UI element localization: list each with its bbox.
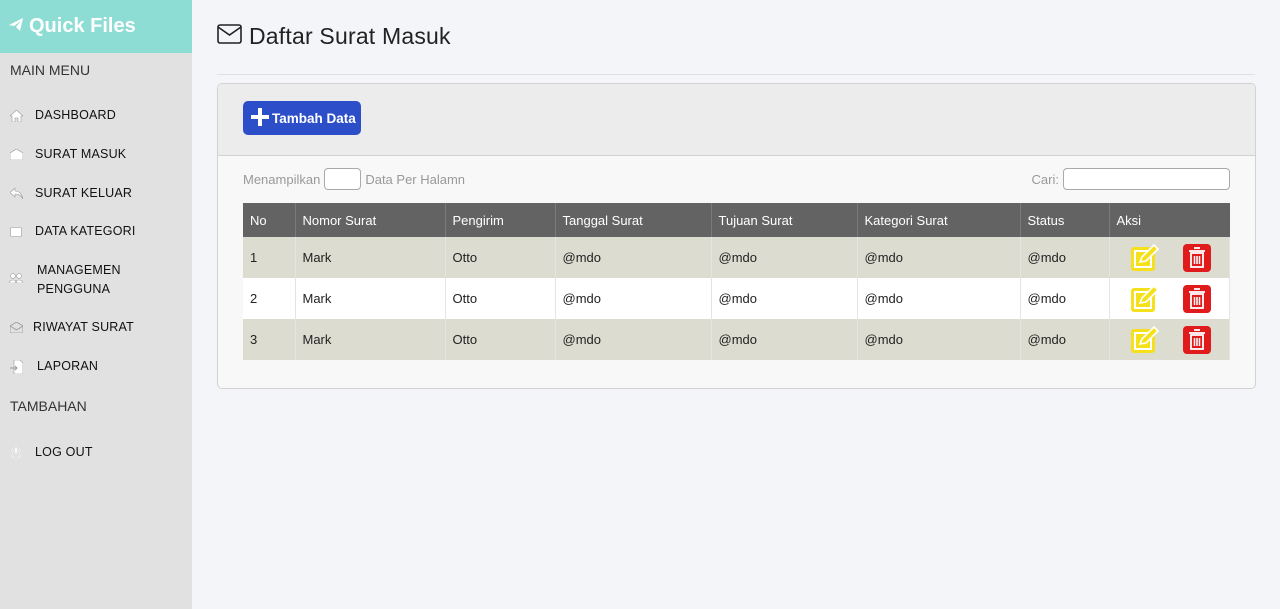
- column-header[interactable]: Status: [1020, 203, 1110, 237]
- cell-kategori-surat: @mdo: [857, 278, 1021, 319]
- reply-arrow-icon: [9, 187, 23, 201]
- table-row: 3 Mark Otto @mdo @mdo @mdo @mdo: [243, 319, 1230, 360]
- sidebar-item-label: MANAGEMEN PENGGUNA: [37, 263, 121, 296]
- add-data-button[interactable]: Tambah Data: [243, 101, 361, 135]
- column-header[interactable]: Pengirim: [445, 203, 556, 237]
- sidebar-item-dashboard[interactable]: DASHBOARD: [0, 106, 192, 125]
- inbox-envelope-icon: [9, 148, 23, 162]
- data-table: No Nomor Surat Pengirim Tanggal Surat Tu…: [243, 203, 1230, 360]
- column-header: Aksi: [1109, 203, 1230, 237]
- search-input[interactable]: [1063, 168, 1230, 190]
- sidebar-item-riwayat-surat[interactable]: RIWAYAT SURAT: [0, 318, 192, 337]
- address-card-icon: [9, 225, 23, 239]
- sidebar-item-surat-masuk[interactable]: SURAT MASUK: [0, 145, 192, 164]
- brand-title: Quick Files: [29, 15, 136, 37]
- edit-icon[interactable]: [1130, 325, 1160, 355]
- cell-pengirim: Otto: [445, 278, 556, 319]
- sidebar-item-label: SURAT KELUAR: [35, 186, 133, 200]
- delete-icon[interactable]: [1182, 325, 1212, 355]
- page-size-input[interactable]: [324, 168, 362, 190]
- column-header[interactable]: No: [243, 203, 296, 237]
- sidebar: Quick Files MAIN MENU DASHBOARD SURAT MA…: [0, 0, 192, 609]
- cell-tanggal-surat: @mdo: [555, 319, 712, 360]
- edit-icon[interactable]: [1130, 284, 1160, 314]
- column-header[interactable]: Kategori Surat: [857, 203, 1021, 237]
- home-icon: [9, 109, 23, 123]
- sidebar-item-data-kategori[interactable]: DATA KATEGORI: [0, 222, 192, 241]
- cell-nomor-surat: Mark: [295, 237, 446, 278]
- power-icon: [9, 446, 23, 460]
- cell-pengirim: Otto: [445, 237, 556, 278]
- cell-status: @mdo: [1020, 319, 1110, 360]
- page-size-control: Menampilkan Data Per Halamn: [243, 168, 465, 190]
- delete-icon[interactable]: [1182, 284, 1212, 314]
- search-control: Cari:: [1032, 168, 1230, 190]
- open-envelope-icon: [9, 321, 23, 335]
- sidebar-item-surat-keluar[interactable]: SURAT KELUAR: [0, 184, 192, 203]
- cell-status: @mdo: [1020, 278, 1110, 319]
- sidebar-item-label: DATA KATEGORI: [35, 224, 136, 238]
- column-header[interactable]: Nomor Surat: [295, 203, 446, 237]
- edit-icon[interactable]: [1130, 243, 1160, 273]
- file-import-icon: [9, 359, 23, 374]
- envelope-icon: [217, 24, 242, 49]
- cell-aksi: [1109, 319, 1230, 360]
- sidebar-item-label: DASHBOARD: [35, 108, 116, 122]
- sidebar-item-managemen-pengguna[interactable]: MANAGEMEN PENGGUNA: [0, 261, 192, 299]
- cell-nomor-surat: Mark: [295, 278, 446, 319]
- page-header: Daftar Surat Masuk: [217, 23, 451, 50]
- divider: [217, 74, 1255, 75]
- table-header-row: No Nomor Surat Pengirim Tanggal Surat Tu…: [243, 203, 1230, 237]
- main-menu-title: MAIN MENU: [10, 62, 91, 78]
- sidebar-item-label: SURAT MASUK: [35, 147, 127, 161]
- paper-plane-icon: [9, 15, 29, 38]
- sidebar-item-label: RIWAYAT SURAT: [33, 320, 134, 334]
- show-suffix: Data Per Halamn: [365, 171, 466, 187]
- table-row: 1 Mark Otto @mdo @mdo @mdo @mdo: [243, 237, 1230, 278]
- page-title: Daftar Surat Masuk: [249, 23, 451, 49]
- cell-nomor-surat: Mark: [295, 319, 446, 360]
- add-data-label: Tambah Data: [272, 110, 356, 126]
- sidebar-item-label: LAPORAN: [37, 359, 99, 373]
- cell-tanggal-surat: @mdo: [555, 278, 712, 319]
- column-header[interactable]: Tanggal Surat: [555, 203, 712, 237]
- users-icon: [9, 271, 23, 285]
- tambahan-title: TAMBAHAN: [10, 398, 87, 414]
- sidebar-item-label: LOG OUT: [35, 445, 93, 459]
- sidebar-item-logout[interactable]: LOG OUT: [0, 443, 192, 462]
- card-header: Tambah Data: [218, 84, 1255, 156]
- cell-no: 3: [243, 319, 296, 360]
- search-label: Cari:: [1031, 171, 1059, 187]
- cell-pengirim: Otto: [445, 319, 556, 360]
- cell-kategori-surat: @mdo: [857, 237, 1021, 278]
- cell-no: 1: [243, 237, 296, 278]
- sidebar-item-laporan[interactable]: LAPORAN: [0, 357, 192, 376]
- cell-status: @mdo: [1020, 237, 1110, 278]
- column-header[interactable]: Tujuan Surat: [711, 203, 858, 237]
- cell-tanggal-surat: @mdo: [555, 237, 712, 278]
- cell-tujuan-surat: @mdo: [711, 237, 858, 278]
- cell-aksi: [1109, 237, 1230, 278]
- plus-icon: [251, 107, 272, 129]
- data-card: Tambah Data Menampilkan Data Per Halamn …: [217, 83, 1256, 389]
- table-row: 2 Mark Otto @mdo @mdo @mdo @mdo: [243, 278, 1230, 319]
- cell-tujuan-surat: @mdo: [711, 278, 858, 319]
- cell-no: 2: [243, 278, 296, 319]
- cell-tujuan-surat: @mdo: [711, 319, 858, 360]
- delete-icon[interactable]: [1182, 243, 1212, 273]
- brand[interactable]: Quick Files: [0, 0, 192, 53]
- show-prefix: Menampilkan: [243, 171, 321, 187]
- cell-aksi: [1109, 278, 1230, 319]
- cell-kategori-surat: @mdo: [857, 319, 1021, 360]
